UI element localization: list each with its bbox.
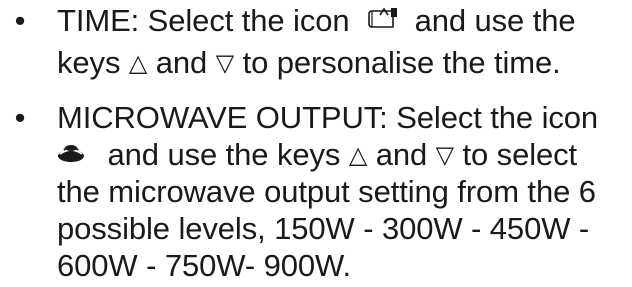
instruction-document: • TIME: Select the icon and use the keys… <box>0 0 632 284</box>
microwave-line-4: possible levels, 150W - 300W - 450W - <box>57 208 589 250</box>
microwave-line-5: 600W - 750W- 900W. <box>57 245 351 287</box>
time-line-1: TIME: Select the icon and use the <box>57 0 576 42</box>
time-line-2: keys △ and ▽ to personalise the time. <box>57 42 561 84</box>
microwave-text-setting: the microwave output setting from the 6 <box>57 174 596 209</box>
clock-timer-icon <box>366 7 400 33</box>
up-key-icon: △ <box>128 49 148 77</box>
microwave-text-use-keys: and use the keys <box>107 137 341 172</box>
down-key-icon: ▽ <box>435 141 454 169</box>
microwave-line-2: and use the keys △ and ▽ to select <box>57 134 577 176</box>
bullet: • <box>14 3 26 38</box>
microwave-waves-icon <box>57 144 85 164</box>
microwave-text-levels: possible levels, 150W - 300W - 450W - <box>57 211 590 246</box>
microwave-text-select-icon: MICROWAVE OUTPUT: Select the icon <box>57 100 599 135</box>
down-key-icon: ▽ <box>215 49 235 77</box>
microwave-line-1: MICROWAVE OUTPUT: Select the icon <box>57 97 598 139</box>
microwave-text-to-select: to select <box>462 137 578 172</box>
microwave-text-and: and <box>375 137 428 172</box>
up-key-icon: △ <box>348 141 368 169</box>
bullet: • <box>14 100 26 135</box>
time-text-use-the: and use the <box>414 3 576 38</box>
time-text-keys: keys <box>57 45 121 80</box>
microwave-line-3: the microwave output setting from the 6 <box>57 171 596 213</box>
microwave-text-levels-end: 600W - 750W- 900W. <box>57 248 351 283</box>
time-text-personalise: to personalise the time. <box>242 45 561 80</box>
time-text-select-icon: TIME: Select the icon <box>57 3 350 38</box>
time-text-and: and <box>155 45 208 80</box>
